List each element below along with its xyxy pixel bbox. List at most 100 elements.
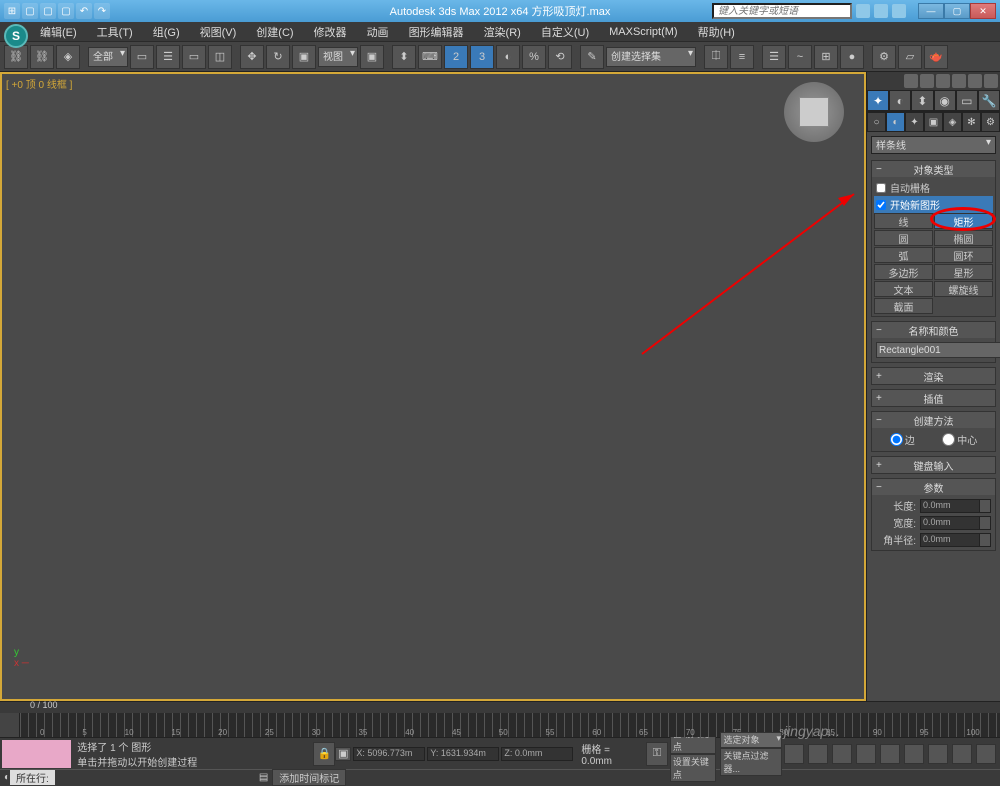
app-menu-icon[interactable]: ⊞	[4, 3, 20, 19]
shape-helix[interactable]: 螺旋线	[934, 281, 993, 297]
menu-render[interactable]: 渲染(R)	[474, 24, 531, 40]
rotate-icon[interactable]: ↻	[266, 45, 290, 69]
menu-grapheditor[interactable]: 图形编辑器	[399, 24, 474, 40]
select-icon[interactable]: ▭	[130, 45, 154, 69]
shape-circle[interactable]: 圆	[874, 230, 933, 246]
select-filter-dropdown[interactable]: 全部	[88, 47, 128, 67]
track-toggle-icon[interactable]	[0, 713, 20, 737]
add-marker-button[interactable]: 添加时间标记	[272, 769, 346, 786]
play-prev-icon[interactable]	[808, 744, 828, 764]
sub-cameras[interactable]: ▣	[924, 112, 943, 132]
sub-geometry[interactable]: ○	[867, 112, 886, 132]
tab-modify[interactable]: ◐	[889, 90, 911, 111]
shape-arc[interactable]: 弧	[874, 247, 933, 263]
spinner-length[interactable]: 0.0mm	[920, 499, 991, 513]
material-icon[interactable]: ●	[840, 45, 864, 69]
tab-hierarchy[interactable]: ⬍	[911, 90, 933, 111]
search-input[interactable]	[712, 3, 852, 19]
named-sel-dropdown[interactable]: 创建选择集	[606, 47, 696, 67]
redo-icon[interactable]: ↷	[94, 3, 110, 19]
set-key-button[interactable]: 设置关键点	[670, 754, 717, 782]
pivot-icon[interactable]: ▣	[360, 45, 384, 69]
coord-x[interactable]: X: 5096.773m	[353, 747, 425, 761]
lock-sel-icon[interactable]: 🔒	[313, 742, 335, 766]
key-mode-dropdown[interactable]: 选定对象	[720, 732, 782, 748]
shape-text[interactable]: 文本	[874, 281, 933, 297]
menu-edit[interactable]: 编辑(E)	[30, 24, 87, 40]
menu-group[interactable]: 组(G)	[143, 24, 190, 40]
object-name-input[interactable]	[876, 342, 1000, 358]
auto-grid-checkbox[interactable]: 自动栅格	[874, 179, 993, 196]
minimize-button[interactable]: —	[918, 3, 944, 19]
marker-icon[interactable]: ▤	[259, 772, 268, 783]
bind-icon[interactable]: ◈	[56, 45, 80, 69]
spinner-corner[interactable]: 0.0mm	[920, 533, 991, 547]
sub-space[interactable]: ✻	[962, 112, 981, 132]
move-icon[interactable]: ✥	[240, 45, 264, 69]
percent-snap-icon[interactable]: %	[522, 45, 546, 69]
sub-shapes[interactable]: ◐	[886, 112, 905, 132]
render-frame-icon[interactable]: ▱	[898, 45, 922, 69]
shape-rectangle[interactable]: 矩形	[934, 213, 993, 229]
undo-icon[interactable]: ↶	[76, 3, 92, 19]
light-icon[interactable]	[936, 74, 950, 88]
time-slider[interactable]: 0 / 100	[0, 701, 1000, 713]
play-start-icon[interactable]	[784, 744, 804, 764]
play-next-icon[interactable]	[856, 744, 876, 764]
maximize-button[interactable]: ▢	[944, 3, 970, 19]
ref-coord-dropdown[interactable]: 视图	[318, 47, 358, 67]
coord-z[interactable]: Z: 0.0mm	[501, 747, 573, 761]
open-icon[interactable]: ▢	[40, 3, 56, 19]
save-icon[interactable]: ▢	[58, 3, 74, 19]
shape-line[interactable]: 线	[874, 213, 933, 229]
rollout-hdr-interp[interactable]: 插值	[872, 390, 995, 406]
tab-motion[interactable]: ◉	[934, 90, 956, 111]
menu-modifier[interactable]: 修改器	[304, 24, 357, 40]
help-icon[interactable]	[892, 4, 906, 18]
viewport-label[interactable]: [ +0 顶 0 线框 ]	[6, 76, 72, 91]
render-setup-icon[interactable]: ⚙	[872, 45, 896, 69]
menu-maxscript[interactable]: MAXScript(M)	[599, 26, 687, 38]
gear-icon[interactable]	[952, 74, 966, 88]
kbd-icon[interactable]: ⌨	[418, 45, 442, 69]
schematic-icon[interactable]: ⊞	[814, 45, 838, 69]
manip-icon[interactable]: ⬍	[392, 45, 416, 69]
select-region-icon[interactable]: ▭	[182, 45, 206, 69]
render-icon[interactable]: 🫖	[924, 45, 948, 69]
radio-center[interactable]: 中心	[942, 432, 977, 447]
shape-star[interactable]: 星形	[934, 264, 993, 280]
nav-zoom-icon[interactable]	[928, 744, 948, 764]
sub-systems[interactable]: ⚙	[981, 112, 1000, 132]
menu-anim[interactable]: 动画	[357, 24, 399, 40]
tab-display[interactable]: ▭	[956, 90, 978, 111]
new-icon[interactable]: ▢	[22, 3, 38, 19]
rollout-hdr-render[interactable]: 渲染	[872, 368, 995, 384]
tab-create[interactable]: ✦	[867, 90, 889, 111]
nav-orbit-icon[interactable]	[952, 744, 972, 764]
rollout-hdr-method[interactable]: 创建方法	[872, 412, 995, 428]
key-filter-button[interactable]: 关键点过滤器...	[720, 748, 782, 776]
script-mini-listener[interactable]	[2, 740, 71, 768]
named-sel-icon[interactable]: ✎	[580, 45, 604, 69]
window-crossing-icon[interactable]: ◫	[208, 45, 232, 69]
snap-3d-icon[interactable]: 3	[470, 45, 494, 69]
more-icon[interactable]	[968, 74, 982, 88]
shape-ngon[interactable]: 多边形	[874, 264, 933, 280]
shape-section[interactable]: 截面	[874, 298, 933, 314]
rollout-hdr-kbd[interactable]: 键盘输入	[872, 457, 995, 473]
close-button[interactable]: ✕	[970, 3, 996, 19]
rel-icon[interactable]: ▣	[335, 747, 351, 761]
play-end-icon[interactable]	[880, 744, 900, 764]
menu-tools[interactable]: 工具(T)	[87, 24, 143, 40]
help2-icon[interactable]	[984, 74, 998, 88]
scale-icon[interactable]: ▣	[292, 45, 316, 69]
menu-create[interactable]: 创建(C)	[246, 24, 303, 40]
select-name-icon[interactable]: ☰	[156, 45, 180, 69]
shape-ellipse[interactable]: 椭圆	[934, 230, 993, 246]
mirror-icon[interactable]: ⎅	[704, 45, 728, 69]
app-icon[interactable]: S	[4, 24, 28, 48]
tab-utilities[interactable]: 🔧	[978, 90, 1000, 111]
key-icon[interactable]: ⚿	[646, 742, 668, 766]
shape-donut[interactable]: 圆环	[934, 247, 993, 263]
align-icon[interactable]: ≡	[730, 45, 754, 69]
